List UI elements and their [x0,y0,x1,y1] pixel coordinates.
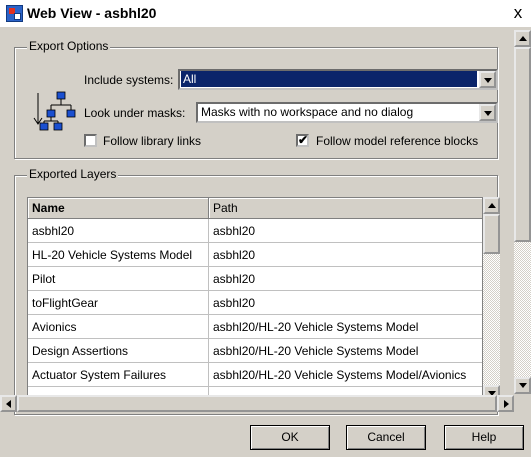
include-systems-select[interactable]: All [178,69,498,90]
column-header-path[interactable]: Path [209,198,482,219]
row-path-cell: asbhl20/HL-20 Vehicle Systems Model [209,315,482,339]
look-under-masks-value: Masks with no workspace and no dialog [201,105,414,119]
row-name-cell: Avionics [28,315,209,339]
chevron-down-icon[interactable] [479,71,496,88]
app-icon [6,5,23,22]
table-scroll-up-button[interactable] [483,197,500,214]
row-name-cell: asbhl20 [28,219,209,243]
export-options-legend: Export Options [27,39,111,53]
follow-model-reference-checkbox[interactable]: ✔ [296,134,309,147]
row-name-cell: HL-20 Vehicle Systems Model [28,243,209,267]
table-row[interactable]: HL-20 Vehicle Systems Model asbhl20 [28,243,482,267]
row-path-cell: asbhl20/HL-20 Vehicle Systems Model [209,339,482,363]
window-scroll-up-button[interactable] [514,30,531,47]
table-vscroll-thumb[interactable] [483,214,500,254]
look-under-masks-select[interactable]: Masks with no workspace and no dialog [196,102,498,123]
table-row[interactable]: Actuator System Failures asbhl20/HL-20 V… [28,363,482,387]
help-button[interactable]: Help [444,425,524,450]
row-name-cell: Actuator System Failures [28,363,209,387]
row-name-cell: Design Assertions [28,339,209,363]
close-button[interactable]: x [507,3,529,23]
window-hscroll-thumb[interactable] [17,395,497,412]
checkmark-icon: ✔ [298,134,309,147]
window-scroll-right-button[interactable] [497,395,514,412]
column-header-name[interactable]: Name [28,198,209,219]
row-path-cell: asbhl20/HL-20 Vehicle Systems Model/Avio… [209,363,482,387]
include-systems-label: Include systems: [84,73,174,87]
exported-layers-legend: Exported Layers [27,167,119,181]
row-path-cell: asbhl20 [209,291,482,315]
table-row[interactable]: Avionics asbhl20/HL-20 Vehicle Systems M… [28,315,482,339]
row-path-cell: asbhl20 [209,219,482,243]
layers-table: Name Path asbhl20 asbhl20 HL-20 Vehicle … [27,197,483,402]
window-scroll-down-button[interactable] [514,377,531,394]
row-name-cell: toFlightGear [28,291,209,315]
chevron-down-icon[interactable] [479,104,496,121]
table-row[interactable]: toFlightGear asbhl20 [28,291,482,315]
window-vscroll-thumb[interactable] [514,47,531,242]
follow-library-links-label: Follow library links [103,134,202,148]
row-path-cell: asbhl20 [209,267,482,291]
window-scroll-left-button[interactable] [0,395,17,412]
cancel-button[interactable]: Cancel [346,425,426,450]
hierarchy-icon [33,91,76,131]
table-row[interactable]: Pilot asbhl20 [28,267,482,291]
row-name-cell: Pilot [28,267,209,291]
look-under-masks-label: Look under masks: [84,106,186,120]
table-row[interactable]: Design Assertions asbhl20/HL-20 Vehicle … [28,339,482,363]
window-title: Web View - asbhl20 [27,5,157,21]
ok-button[interactable]: OK [250,425,330,450]
follow-model-reference-label: Follow model reference blocks [316,134,479,148]
include-systems-value: All [181,71,477,87]
row-path-cell: asbhl20 [209,243,482,267]
table-row[interactable]: asbhl20 asbhl20 [28,219,482,243]
follow-library-links-checkbox[interactable] [84,134,97,147]
